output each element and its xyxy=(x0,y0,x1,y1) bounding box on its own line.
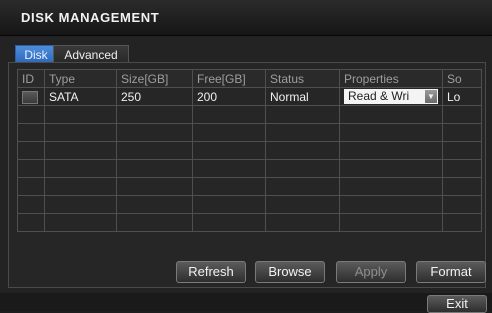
disk-management-window: DISK MANAGEMENT Disk Advanced ID Type Si… xyxy=(0,0,492,313)
table-row xyxy=(17,177,482,196)
window-title: DISK MANAGEMENT xyxy=(21,10,160,25)
apply-button[interactable]: Apply xyxy=(336,261,406,283)
column-header-source: So xyxy=(442,69,482,88)
row-checkbox[interactable] xyxy=(22,90,38,104)
table-row xyxy=(17,123,482,142)
properties-select-value: Read & Wri xyxy=(348,89,410,104)
cell-size: 250 xyxy=(116,87,193,106)
exit-button[interactable]: Exit xyxy=(427,295,487,313)
column-header-id: ID xyxy=(17,69,45,88)
column-header-type: Type xyxy=(44,69,117,88)
title-bar: DISK MANAGEMENT xyxy=(0,0,492,36)
column-header-free: Free[GB] xyxy=(192,69,266,88)
properties-select[interactable]: Read & Wri ▼ xyxy=(344,89,438,105)
table-row[interactable]: SATA 250 200 Normal Read & Wri ▼ Lo xyxy=(17,87,482,106)
browse-button[interactable]: Browse xyxy=(255,261,325,283)
column-header-size: Size[GB] xyxy=(116,69,193,88)
format-button[interactable]: Format xyxy=(416,261,486,283)
cell-select xyxy=(17,87,45,106)
cell-type: SATA xyxy=(44,87,117,106)
table-row xyxy=(17,195,482,214)
cell-free: 200 xyxy=(192,87,266,106)
bottom-bar xyxy=(0,293,492,311)
column-header-properties: Properties xyxy=(339,69,443,88)
table-row xyxy=(17,159,482,178)
refresh-button[interactable]: Refresh xyxy=(176,261,246,283)
disk-table: ID Type Size[GB] Free[GB] Status Propert… xyxy=(17,69,482,232)
table-row xyxy=(17,213,482,232)
cell-source: Lo xyxy=(442,87,482,106)
dropdown-arrow-icon[interactable]: ▼ xyxy=(425,90,437,104)
table-row xyxy=(17,105,482,124)
column-header-status: Status xyxy=(265,69,340,88)
table-header-row: ID Type Size[GB] Free[GB] Status Propert… xyxy=(17,69,482,88)
cell-status: Normal xyxy=(265,87,340,106)
cell-properties: Read & Wri ▼ xyxy=(339,87,443,106)
table-row xyxy=(17,141,482,160)
